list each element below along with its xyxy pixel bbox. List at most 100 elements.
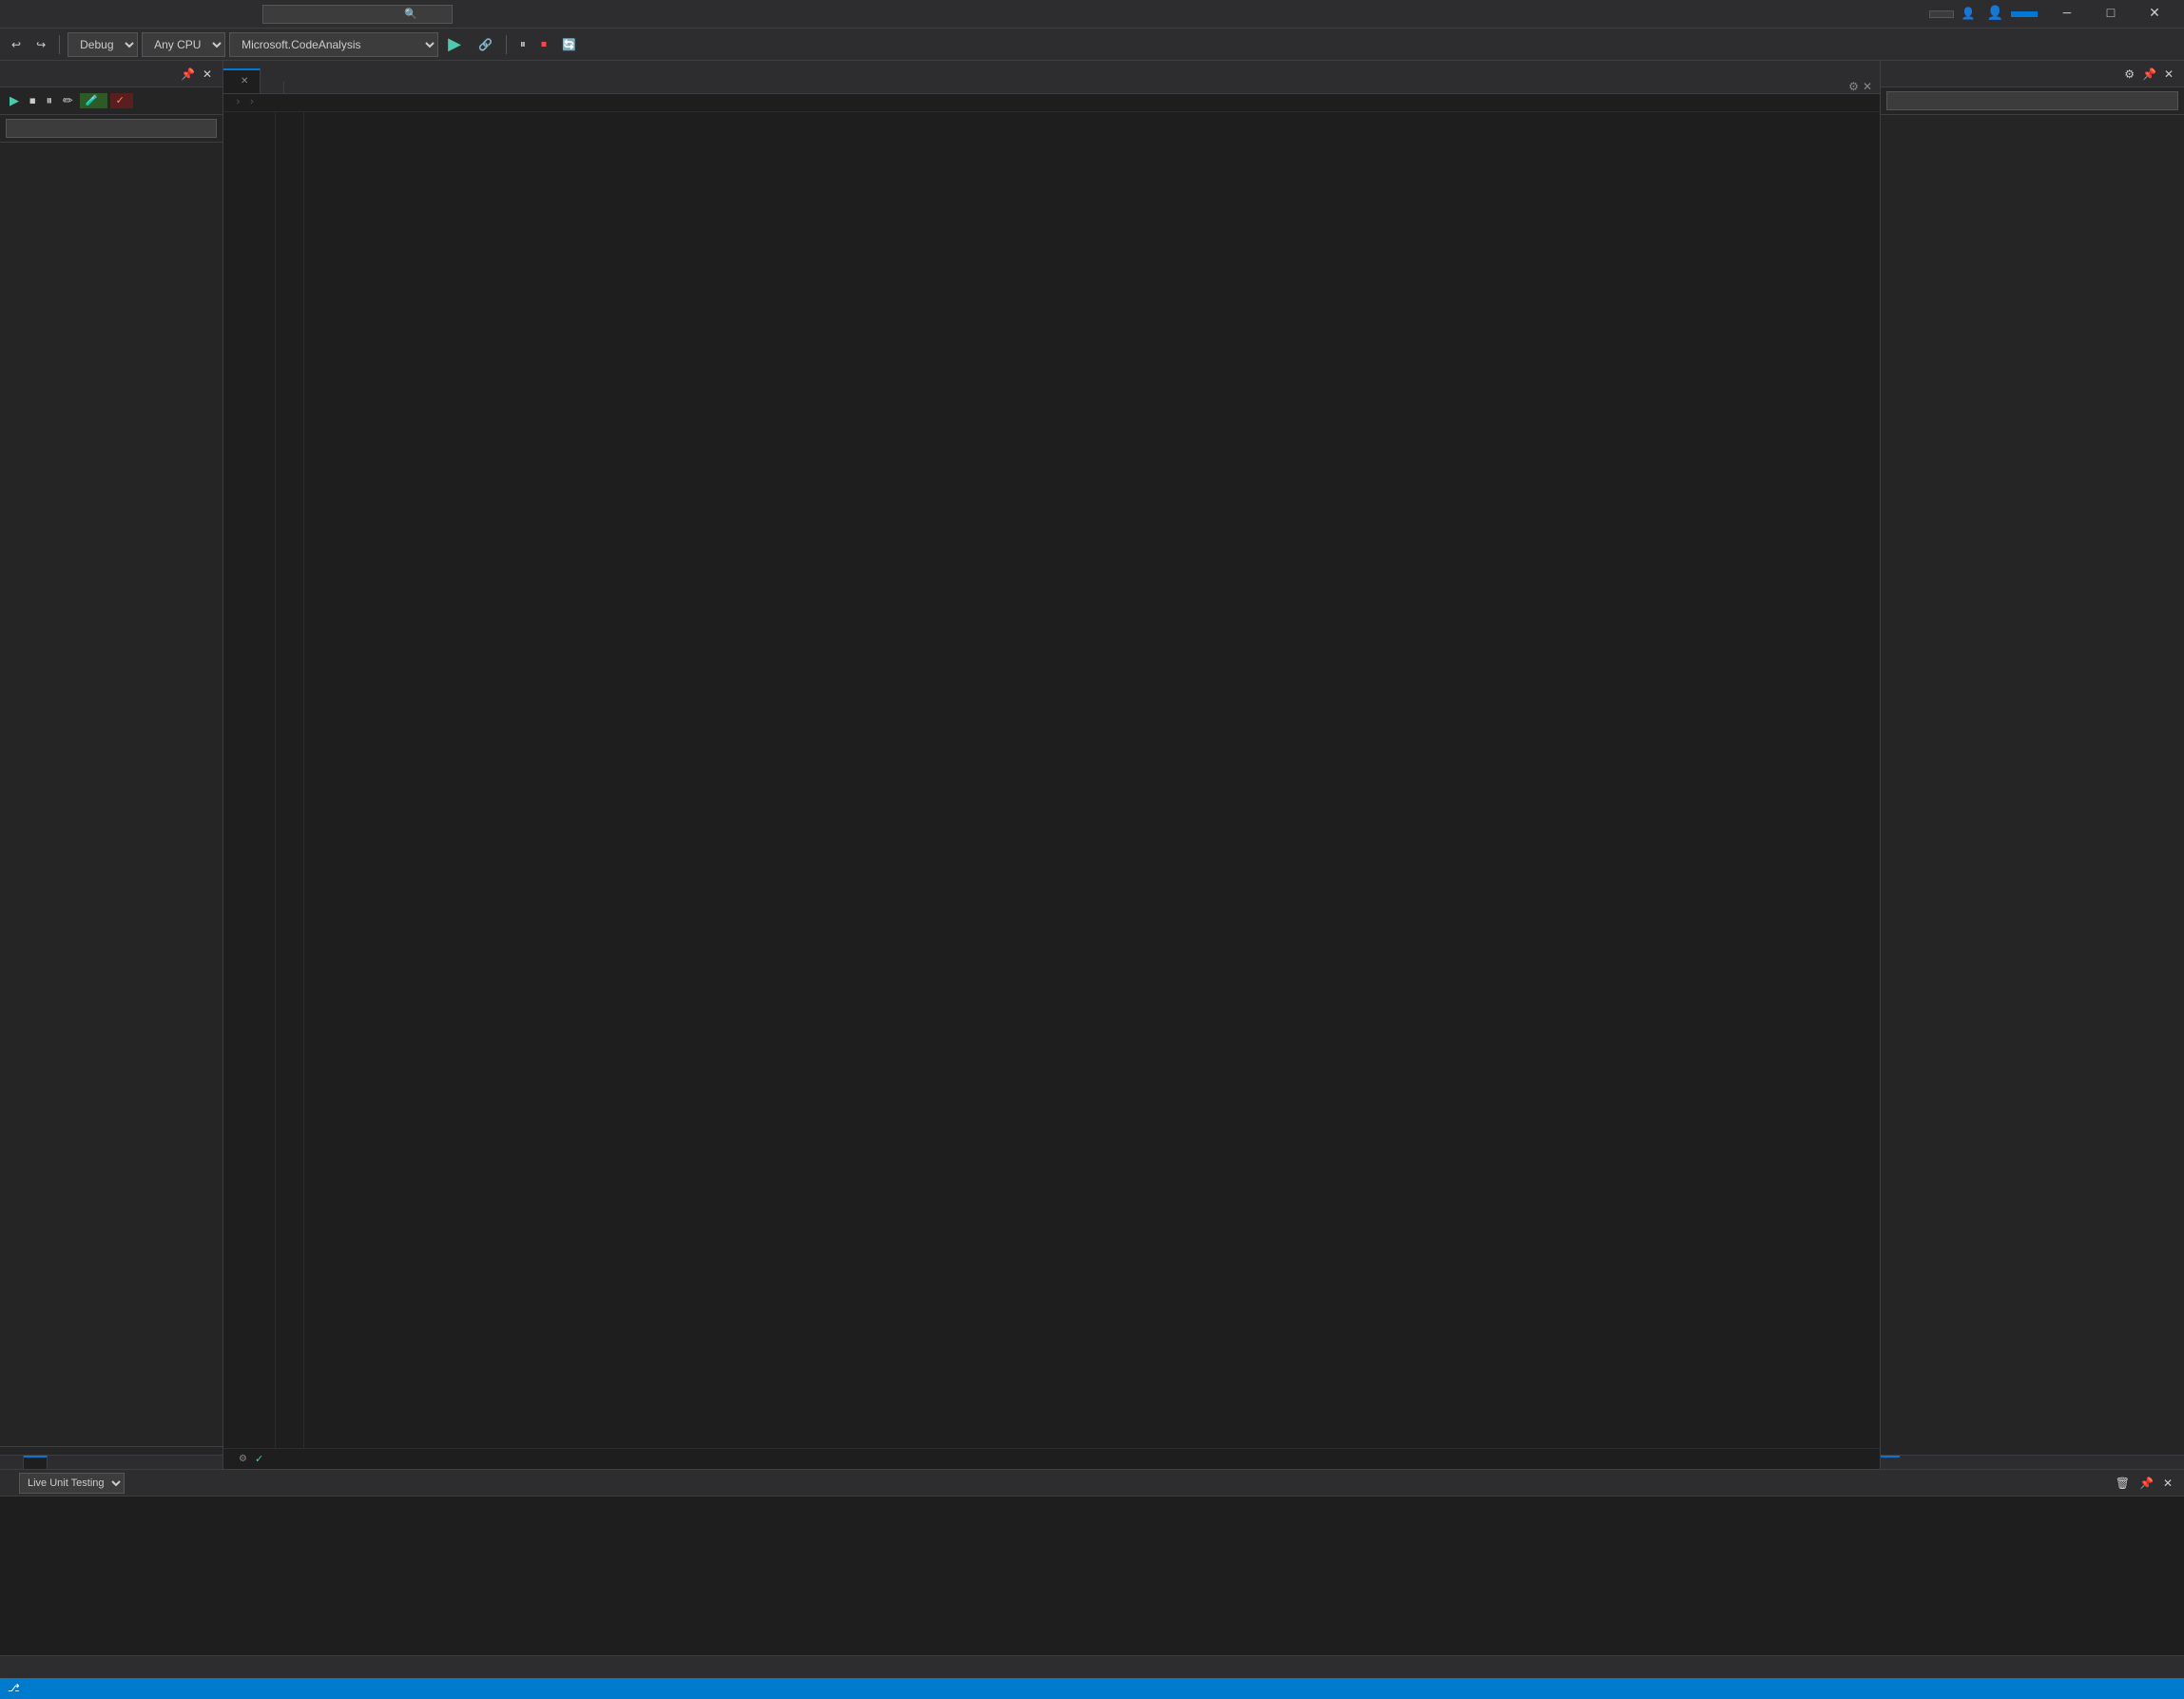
lut-edit-button[interactable]: ✏ [59,91,77,110]
output-source-select[interactable]: Live Unit Testing [19,1473,125,1494]
lut-stop-button[interactable]: ⏹ [26,91,40,110]
bottom-tab-bar [0,1655,2184,1678]
solution-controls: ⚙ 📌 ✕ [2121,67,2176,82]
global-search-box[interactable]: 🔍 [262,5,453,24]
menu-project[interactable] [101,10,116,18]
right-panel-tabs [1881,1455,2184,1469]
output-source-area: Live Unit Testing [15,1473,125,1494]
break-all-button[interactable]: ⏸ [514,34,532,54]
menu-window[interactable] [221,10,236,18]
lut-close-button[interactable]: ✕ [200,67,215,82]
lut-flask-icon: 🧪 [86,94,99,107]
restart-button[interactable]: 🔄 [556,35,582,54]
menu-tools[interactable] [186,10,202,18]
solution-close-button[interactable]: ✕ [2161,67,2176,82]
solution-header: ⚙ 📌 ✕ [1881,61,2184,87]
toolbar: ↩ ↪ Debug Any CPU Microsoft.CodeAnalysis… [0,29,2184,61]
lut-panel-tabs [0,1455,222,1469]
menu-build[interactable] [118,10,133,18]
debug-config-dropdown[interactable]: Debug [68,32,138,57]
menu-help[interactable] [238,10,253,18]
app-logo [8,5,27,24]
output-controls: 🗑 📌 ✕ [2112,1475,2176,1492]
editor-info-bar: ⚙ ✓ [223,1448,1880,1469]
output-content [0,1496,2184,1655]
editor-breadcrumb: › › [223,94,1880,112]
menu-view[interactable] [67,10,82,18]
main-layout: 📌 ✕ ▶ ⏹ ⏸ ✏ 🧪 ✓ [0,61,2184,1469]
editor-tabs: ✕ ⚙ ✕ [223,61,1880,94]
menu-edit[interactable] [49,10,65,18]
test-tree [0,148,222,1446]
attach-debugger-button[interactable]: 🔗 [473,35,498,54]
bottom-panel: Live Unit Testing 🗑 📌 ✕ [0,1469,2184,1678]
tab-git-changes[interactable] [1900,1456,1919,1469]
live-share-button[interactable]: 👤 [1962,7,1980,21]
menu-right-area: 👤 👤 ─ □ ✕ [1929,0,2176,29]
editor-close-all-button[interactable]: ✕ [1863,80,1872,93]
test-search-box[interactable] [0,115,222,143]
lut-pause-button[interactable]: ⏸ [43,91,57,110]
menu-git[interactable] [84,10,99,18]
run-button[interactable]: ▶ [442,31,469,57]
line-numbers [223,112,276,1448]
compilers-button[interactable] [1929,10,1954,18]
solution-tree [1881,115,2184,1455]
output-pin-button[interactable]: 📌 [2136,1475,2157,1492]
lut-fail-count: ✓ [110,93,133,108]
status-bar: ⎇ [0,1678,2184,1699]
tab-test-explorer[interactable] [0,1456,24,1469]
editor-tab-add[interactable] [261,82,284,93]
lut-source-info [0,1446,222,1455]
solution-pin-button[interactable]: 📌 [2139,67,2159,82]
solution-search-box[interactable] [1881,87,2184,115]
editor-tab-close[interactable]: ✕ [241,76,248,87]
menu-file[interactable] [32,10,48,18]
menu-extensions[interactable] [203,10,219,18]
menu-test[interactable] [152,10,167,18]
lut-panel-controls: 📌 ✕ [178,67,215,82]
global-search-input[interactable] [271,8,404,21]
output-clear-button[interactable]: 🗑 [2112,1475,2134,1492]
live-share-icon: 👤 [1962,7,1976,21]
breadcrumb-sep-2: › [249,97,256,108]
run-icon: ▶ [448,34,461,54]
window-controls: ─ □ ✕ [2045,0,2176,29]
close-button[interactable]: ✕ [2133,0,2176,29]
tab-solution-explorer[interactable] [1881,1456,1900,1469]
code-content[interactable] [304,112,1880,1448]
breadcrumb-sep-1: › [235,97,242,108]
menu-analyze[interactable] [169,10,184,18]
lut-check-icon: ✓ [116,94,125,107]
redo-button[interactable]: ↪ [30,35,51,54]
maximize-button[interactable]: □ [2089,0,2133,29]
left-panel: 📌 ✕ ▶ ⏹ ⏸ ✏ 🧪 ✓ [0,61,223,1469]
menu-debug[interactable] [135,10,150,18]
editor-settings-button[interactable]: ⚙ [1848,80,1859,93]
zoom-button[interactable]: ⚙ [239,1454,247,1464]
undo-button[interactable]: ↩ [6,35,27,54]
lut-play-button[interactable]: ▶ [6,91,23,110]
solution-settings-button[interactable]: ⚙ [2121,67,2137,82]
stop-button[interactable]: ⏹ [535,34,552,54]
minimize-button[interactable]: ─ [2045,0,2089,29]
lut-toolbar: ▶ ⏹ ⏸ ✏ 🧪 ✓ [0,87,222,115]
startup-project-dropdown[interactable]: Microsoft.CodeAnalysis [229,32,438,57]
main-button[interactable] [2011,11,2038,17]
solution-search-input[interactable] [1886,91,2178,110]
lut-pin-button[interactable]: 📌 [178,67,198,82]
test-search-input[interactable] [6,119,217,138]
toolbar-separator-1 [59,35,60,54]
search-icon: 🔍 [404,8,417,21]
toolbar-separator-2 [506,35,507,54]
editor-area: ✕ ⚙ ✕ › › ⚙ ✓ [223,61,1880,1469]
lut-pass-count: 🧪 [80,93,107,108]
platform-dropdown[interactable]: Any CPU [142,32,225,57]
status-branch-icon: ⎇ [8,1682,20,1695]
tab-live-unit-testing[interactable] [24,1456,48,1469]
user-avatar-icon: 👤 [1987,6,2003,22]
output-header: Live Unit Testing 🗑 📌 ✕ [0,1470,2184,1496]
menu-bar: 🔍 👤 👤 ─ □ ✕ [0,0,2184,29]
editor-tab-main[interactable]: ✕ [223,68,261,93]
output-close-button[interactable]: ✕ [2159,1475,2176,1492]
